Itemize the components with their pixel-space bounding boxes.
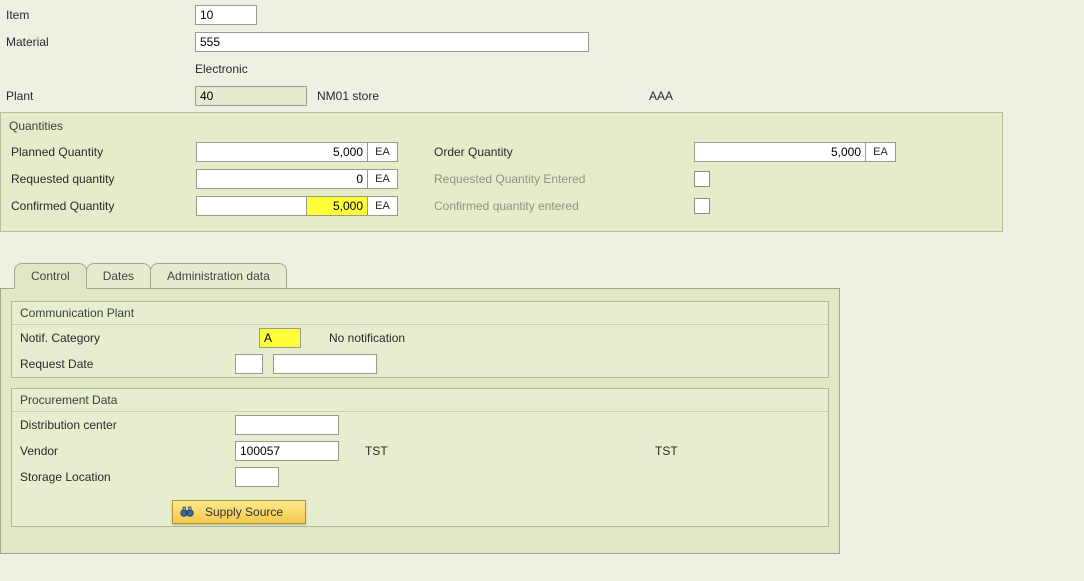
notif-category-label: Notif. Category [20,331,235,345]
quantities-title: Quantities [1,117,1002,137]
order-qty-label: Order Quantity [434,145,694,159]
order-qty-unit: EA [866,142,896,162]
confirmed-qty-unit: EA [368,196,398,216]
confirmed-entered-label: Confirmed quantity entered [434,199,694,213]
planned-qty-label: Planned Quantity [1,145,196,159]
vendor-label: Vendor [20,444,235,458]
vendor-name: TST [365,444,655,458]
tab-dates[interactable]: Dates [86,263,151,288]
storage-location-input[interactable] [235,467,279,487]
distribution-center-label: Distribution center [20,418,235,432]
supply-source-label: Supply Source [205,505,283,519]
notif-category-input[interactable] [259,328,301,348]
material-input[interactable] [195,32,589,52]
request-date-input[interactable] [273,354,377,374]
confirmed-qty-label: Confirmed Quantity [1,199,196,213]
plant-label: Plant [0,89,195,103]
planned-qty-input[interactable] [196,142,368,162]
confirmed-qty-input[interactable] [306,196,368,216]
supply-source-button[interactable]: Supply Source [172,500,306,524]
item-label: Item [0,8,195,22]
item-input[interactable] [195,5,257,25]
request-date-label: Request Date [20,357,235,371]
order-qty-input[interactable] [694,142,866,162]
requested-entered-checkbox[interactable] [694,171,710,187]
vendor-input[interactable] [235,441,339,461]
request-date-flag-input[interactable] [235,354,263,374]
quantities-section: Quantities Planned Quantity EA Order Qua… [0,112,1003,232]
planned-qty-unit: EA [368,142,398,162]
material-label: Material [0,35,195,49]
distribution-center-input[interactable] [235,415,339,435]
binoculars-icon [179,504,195,520]
requested-qty-label: Requested quantity [1,172,196,186]
plant-description: NM01 store [317,89,379,103]
tab-control[interactable]: Control [14,263,87,289]
requested-qty-unit: EA [368,169,398,189]
communication-plant-panel: Communication Plant Notif. Category No n… [11,301,829,378]
confirmed-qty-pad [196,196,306,216]
requested-entered-label: Requested Quantity Entered [434,172,694,186]
communication-plant-title: Communication Plant [12,302,828,325]
procurement-data-title: Procurement Data [12,389,828,412]
plant-input[interactable] [195,86,307,106]
plant-extra: AAA [649,89,673,103]
tab-administration-data[interactable]: Administration data [150,263,287,288]
vendor-name-2: TST [655,444,678,458]
storage-location-label: Storage Location [20,470,235,484]
tabstrip: Control Dates Administration data [0,260,1084,288]
procurement-data-panel: Procurement Data Distribution center Ven… [11,388,829,527]
material-description: Electronic [195,62,248,76]
notif-category-desc: No notification [329,331,405,345]
confirmed-entered-checkbox[interactable] [694,198,710,214]
tab-body-control: Communication Plant Notif. Category No n… [0,288,840,554]
requested-qty-input[interactable] [196,169,368,189]
